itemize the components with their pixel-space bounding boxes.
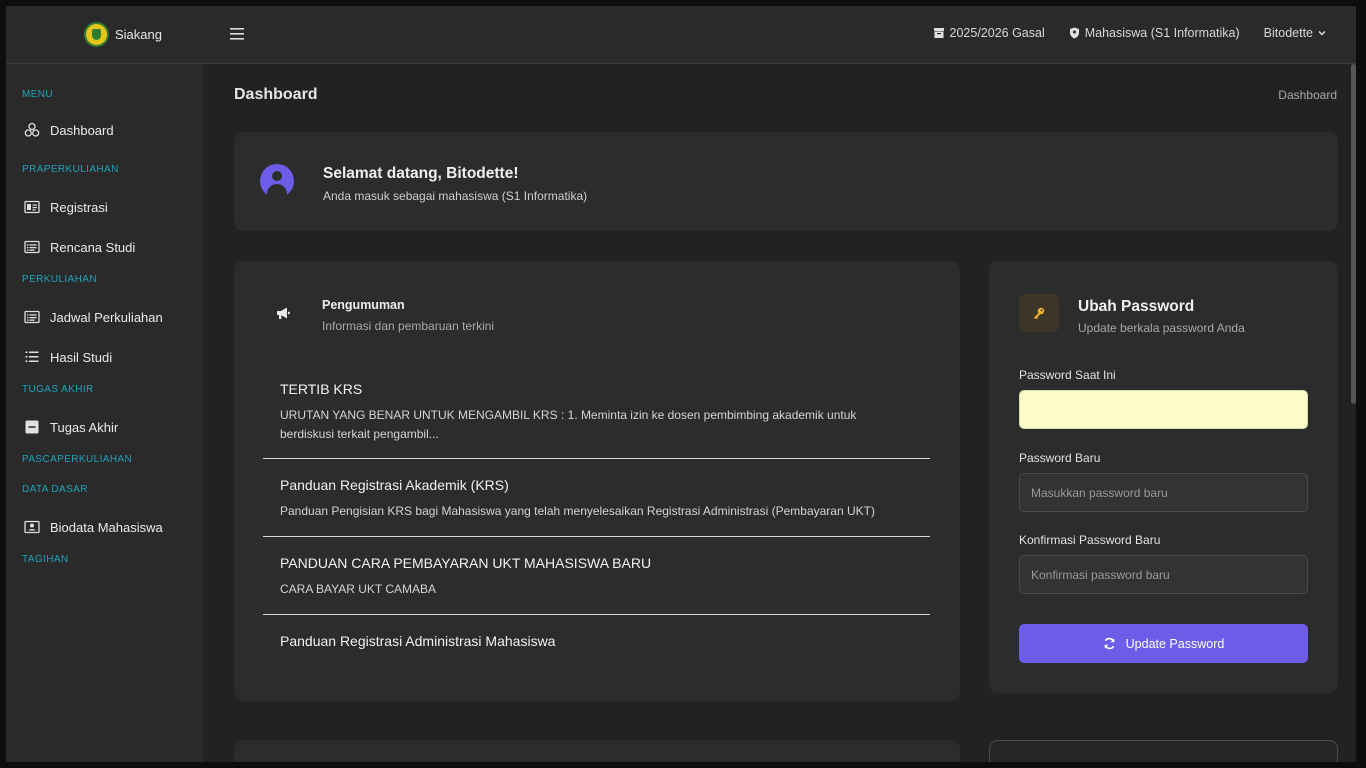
section-label-menu: MENU xyxy=(22,89,54,100)
sidebar-item-biodata-mahasiswa[interactable]: Biodata Mahasiswa xyxy=(24,519,163,535)
divider xyxy=(263,614,930,615)
refresh-icon xyxy=(1104,637,1115,650)
user-menu[interactable]: Bitodette xyxy=(1264,26,1326,40)
list-card-icon xyxy=(24,240,40,254)
announcement-item[interactable]: PANDUAN CARA PEMBAYARAN UKT MAHASISWA BA… xyxy=(263,549,930,613)
divider xyxy=(263,536,930,537)
sidebar-item-label: Dashboard xyxy=(50,122,114,138)
welcome-title: Selamat datang, Bitodette! xyxy=(323,165,519,182)
current-password-label: Password Saat Ini xyxy=(1019,368,1116,382)
sidebar-item-label: Rencana Studi xyxy=(50,239,136,255)
avatar xyxy=(260,164,294,198)
sidebar-item-jadwal-perkuliahan[interactable]: Jadwal Perkuliahan xyxy=(24,309,163,325)
announcement-item[interactable]: Panduan Registrasi Akademik (KRS) Pandua… xyxy=(263,471,930,535)
announcements-title: Pengumuman xyxy=(322,298,405,312)
sidebar-item-hasil-studi[interactable]: Hasil Studi xyxy=(24,349,112,365)
change-password-subtitle: Update berkala password Anda xyxy=(1078,321,1245,335)
user-name: Bitodette xyxy=(1263,26,1313,40)
app-name: Siakang xyxy=(115,27,162,42)
announcement-item[interactable]: TERTIB KRS URUTAN YANG BENAR UNTUK MENGA… xyxy=(263,375,930,457)
megaphone-icon xyxy=(277,307,290,319)
divider xyxy=(263,458,930,459)
section-label-praperkuliahan: PRAPERKULIAHAN xyxy=(22,164,119,175)
announcement-desc: CARA BAYAR UKT CAMABA xyxy=(280,582,437,596)
lower-card-left xyxy=(234,740,960,762)
page-title: Dashboard xyxy=(234,86,318,103)
sidebar-item-label: Jadwal Perkuliahan xyxy=(50,309,163,325)
breadcrumb[interactable]: Dashboard xyxy=(1278,88,1337,102)
announcement-title: Panduan Registrasi Akademik (KRS) xyxy=(280,477,509,493)
semester-text: 2025/2026 Gasal xyxy=(949,26,1045,40)
new-password-label: Password Baru xyxy=(1019,451,1101,465)
sidebar-item-dashboard[interactable]: Dashboard xyxy=(24,122,114,138)
key-icon-box xyxy=(1019,294,1059,332)
chevron-down-icon xyxy=(1318,31,1326,36)
update-password-label: Update Password xyxy=(1125,636,1225,651)
lower-card-right xyxy=(989,740,1338,762)
sidebar-item-label: Tugas Akhir xyxy=(50,419,119,435)
document-minus-icon xyxy=(25,420,39,434)
section-label-data-dasar: DATA DASAR xyxy=(22,484,88,495)
confirm-password-label: Konfirmasi Password Baru xyxy=(1019,533,1161,547)
role-text: Mahasiswa (S1 Informatika) xyxy=(1084,26,1240,40)
hamburger-icon[interactable] xyxy=(228,26,246,42)
university-logo xyxy=(84,22,109,47)
sidebar-item-rencana-studi[interactable]: Rencana Studi xyxy=(24,239,135,255)
announcement-title: Panduan Registrasi Administrasi Mahasisw… xyxy=(280,633,556,649)
sidebar: MENU Dashboard PRAPERKULIAHAN Registrasi xyxy=(6,64,203,762)
announcements-card: Pengumuman Informasi dan pembaruan terki… xyxy=(234,261,960,701)
task-list-icon xyxy=(25,351,39,362)
brand[interactable]: Siakang xyxy=(84,22,162,47)
semester-indicator: 2025/2026 Gasal xyxy=(933,26,1045,40)
announcements-subtitle: Informasi dan pembaruan terkini xyxy=(322,319,495,333)
main-content: Dashboard Dashboard Selamat datang, Bito… xyxy=(203,64,1356,762)
announcement-item[interactable]: Panduan Registrasi Administrasi Mahasisw… xyxy=(263,627,930,667)
app-window: Siakang 2025/2026 Gasal Mahasiswa (S1 In… xyxy=(6,6,1356,762)
sidebar-item-registrasi[interactable]: Registrasi xyxy=(24,199,108,215)
key-icon xyxy=(1034,307,1045,319)
id-card-icon xyxy=(24,200,40,214)
sidebar-item-label: Registrasi xyxy=(50,199,108,215)
section-label-tagihan: TAGIHAN xyxy=(22,554,69,565)
dashboard-icon xyxy=(24,122,40,137)
scrollbar[interactable] xyxy=(1351,64,1356,404)
sidebar-item-label: Biodata Mahasiswa xyxy=(50,519,163,535)
announcement-desc: Panduan Pengisian KRS bagi Mahasiswa yan… xyxy=(280,504,875,518)
new-password-field[interactable] xyxy=(1019,473,1308,512)
person-card-icon xyxy=(24,520,40,534)
sidebar-item-label: Hasil Studi xyxy=(50,349,113,365)
shield-icon xyxy=(1069,27,1079,39)
update-password-button[interactable]: Update Password xyxy=(1019,624,1308,663)
announcement-title: TERTIB KRS xyxy=(280,381,363,397)
welcome-subtitle: Anda masuk sebagai mahasiswa (S1 Informa… xyxy=(323,189,588,203)
sidebar-item-tugas-akhir[interactable]: Tugas Akhir xyxy=(24,419,118,435)
calendar-archive-icon xyxy=(933,28,944,38)
section-label-perkuliahan: PERKULIAHAN xyxy=(22,274,97,285)
section-label-pascaperkuliahan: PASCAPERKULIAHAN xyxy=(22,454,133,465)
section-label-tugas-akhir: TUGAS AKHIR xyxy=(22,384,94,395)
list-card-icon xyxy=(24,310,40,324)
current-password-field[interactable] xyxy=(1019,390,1308,429)
announcement-desc: URUTAN YANG BENAR UNTUK MENGAMBIL KRS : … xyxy=(280,408,857,441)
change-password-title: Ubah Password xyxy=(1078,298,1195,315)
topbar: Siakang 2025/2026 Gasal Mahasiswa (S1 In… xyxy=(6,6,1356,64)
change-password-card: Ubah Password Update berkala password An… xyxy=(989,261,1338,693)
role-indicator: Mahasiswa (S1 Informatika) xyxy=(1069,26,1240,40)
announcement-title: PANDUAN CARA PEMBAYARAN UKT MAHASISWA BA… xyxy=(280,555,652,571)
welcome-card: Selamat datang, Bitodette! Anda masuk se… xyxy=(234,132,1338,231)
confirm-password-field[interactable] xyxy=(1019,555,1308,594)
